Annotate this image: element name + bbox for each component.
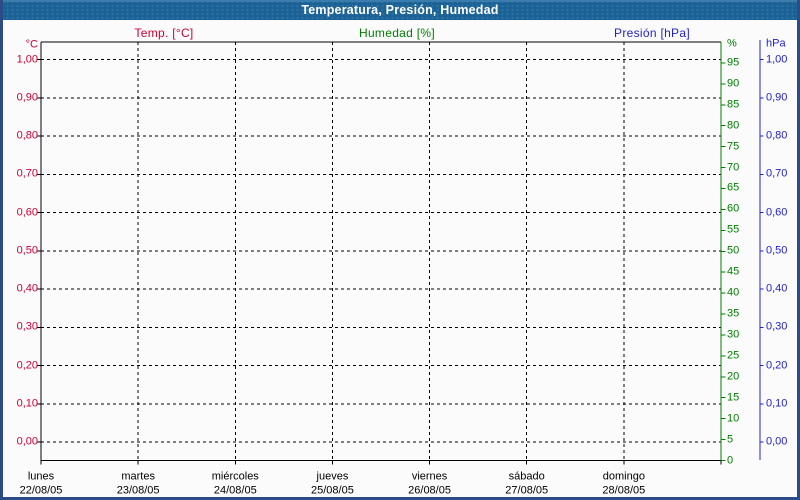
pressure-axis-ticks xyxy=(760,59,764,443)
chart-plot-area xyxy=(36,40,764,465)
humidity-axis-ticks xyxy=(721,62,726,461)
h-gridlines xyxy=(41,59,721,443)
weather-chart-window: Temperatura, Presión, Humedad Temp. [°C]… xyxy=(0,0,800,500)
temp-axis-ticks xyxy=(36,59,41,443)
day-axis-ticks xyxy=(40,460,722,465)
